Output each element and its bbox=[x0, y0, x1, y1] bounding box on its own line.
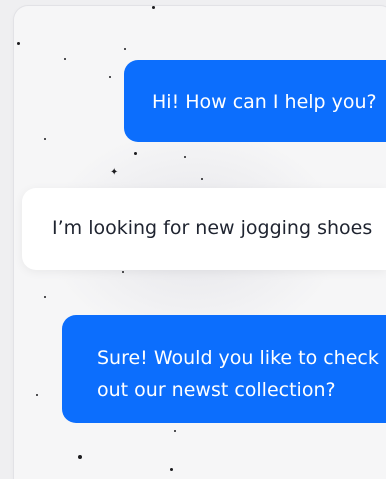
star-icon: ✦ bbox=[110, 167, 119, 178]
message-text: I’m looking for new jogging shoes bbox=[52, 217, 373, 239]
decorative-dot bbox=[124, 48, 126, 50]
message-text: Hi! How can I help you? bbox=[152, 91, 377, 113]
message-text: Sure! Would you like to check out our ne… bbox=[97, 347, 379, 401]
bot-message-bubble: Hi! How can I help you? bbox=[124, 60, 386, 142]
decorative-dot bbox=[36, 394, 38, 396]
bot-message-bubble: Sure! Would you like to check out our ne… bbox=[62, 315, 386, 423]
decorative-dot bbox=[44, 296, 46, 298]
user-message-bubble: I’m looking for new jogging shoes bbox=[22, 188, 386, 270]
decorative-dot bbox=[201, 178, 203, 180]
decorative-dot bbox=[64, 58, 66, 60]
decorative-dot bbox=[122, 271, 124, 273]
decorative-dot bbox=[44, 138, 46, 140]
chat-illustration: ✦ Hi! How can I help you? I’m looking fo… bbox=[0, 0, 386, 479]
decorative-dot bbox=[174, 430, 176, 432]
decorative-dot bbox=[78, 455, 82, 459]
decorative-dot bbox=[109, 76, 111, 78]
decorative-dot bbox=[134, 152, 137, 155]
decorative-dot bbox=[184, 156, 186, 158]
decorative-dot bbox=[170, 468, 173, 471]
decorative-dot bbox=[152, 6, 155, 9]
decorative-dot bbox=[17, 42, 20, 45]
